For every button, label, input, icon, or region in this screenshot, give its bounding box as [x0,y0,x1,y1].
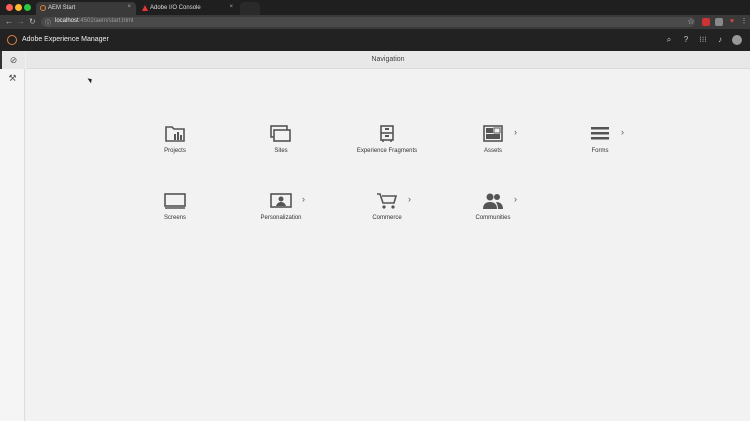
extension-icon[interactable] [715,18,723,26]
app-title: Adobe Experience Manager [22,36,109,43]
tab-label: AEM Start [48,5,76,11]
shell-header: Adobe Experience Manager ⌕ ? ⁝⁝⁝ ♪ [0,29,750,51]
new-tab-button[interactable] [240,2,260,15]
user-avatar-icon[interactable] [732,35,742,45]
chevron-right-icon: › [514,127,517,137]
chevron-right-icon: › [302,194,305,204]
solutions-grid-icon[interactable]: ⁝⁝⁝ [698,35,708,45]
browser-tab-strip: AEM Start × Adobe I/O Console × [0,0,750,15]
personalization-icon [270,193,292,208]
tab-adobe-io-console[interactable]: Adobe I/O Console × [138,2,238,15]
close-tab-icon[interactable]: × [127,4,131,10]
communities-icon [483,193,503,209]
chevron-right-icon: › [408,194,411,204]
adobe-favicon-icon [142,5,148,11]
back-arrow-icon[interactable]: ← [5,17,13,26]
navigation-compass-icon[interactable]: ⊘ [0,51,25,69]
aem-favicon-icon [40,5,46,11]
aem-logo-icon[interactable] [7,35,17,45]
tile-projects[interactable]: Projects [130,125,220,165]
tab-aem-start[interactable]: AEM Start × [36,2,136,15]
tile-experience-fragments[interactable]: Experience Fragments [342,125,432,165]
tile-label: Communities [475,215,511,221]
reload-icon[interactable]: ↻ [29,17,36,26]
bookmark-star-icon[interactable]: ☆ [687,18,695,26]
tools-hammer-icon[interactable]: ⚒ [0,69,25,87]
assets-icon [483,125,503,142]
tile-label: Sites [274,148,288,154]
tile-label: Assets [483,148,502,154]
url-host: localhost [55,18,79,24]
projects-icon [165,126,185,142]
tile-label: Commerce [372,215,402,221]
navigation-grid: Projects Sites Experience Fragments › As… [26,69,750,421]
page-title: Navigation [26,51,750,69]
tile-personalization[interactable]: › Personalization [236,192,326,232]
shield-extension-icon[interactable]: ♥ [728,18,736,26]
tile-label: Forms [591,148,609,154]
forms-icon [591,127,609,140]
close-tab-icon[interactable]: × [229,4,233,10]
chevron-right-icon: › [621,127,624,137]
address-bar[interactable]: ⓘ localhost:4502/aem/start.html [41,17,695,27]
notifications-bell-icon[interactable]: ♪ [715,35,725,45]
url-path: :4502/aem/start.html [78,18,134,24]
screens-icon [164,193,186,209]
forward-arrow-icon[interactable]: → [17,17,25,26]
tile-label: Experience Fragments [356,148,418,154]
tile-commerce[interactable]: › Commerce [342,192,432,232]
left-rail: ⊘ ⚒ [0,51,25,421]
menu-kebab-icon[interactable]: ⋮ [740,18,748,26]
tab-label: Adobe I/O Console [150,5,201,11]
maximize-window-icon[interactable] [24,4,31,11]
close-window-icon[interactable] [6,4,13,11]
tile-forms[interactable]: › Forms [555,125,645,165]
browser-toolbar: ← → ↻ ⓘ localhost:4502/aem/start.html ☆ … [0,15,750,29]
tile-communities[interactable]: › Communities [448,192,538,232]
shopping-cart-icon [377,193,398,209]
chevron-right-icon: › [514,194,517,204]
tile-label: Projects [164,148,186,154]
help-icon[interactable]: ? [681,35,691,45]
tile-assets[interactable]: › Assets [448,125,538,165]
tile-label: Personalization [260,215,302,221]
sites-icon [270,125,291,142]
minimize-window-icon[interactable] [15,4,22,11]
tile-sites[interactable]: Sites [236,125,326,165]
info-icon[interactable]: ⓘ [45,18,51,27]
tile-label: Screens [163,215,186,221]
extension-icon[interactable] [702,18,710,26]
experience-fragments-icon [380,125,394,142]
search-icon[interactable]: ⌕ [664,35,674,45]
tile-screens[interactable]: Screens [130,192,220,232]
